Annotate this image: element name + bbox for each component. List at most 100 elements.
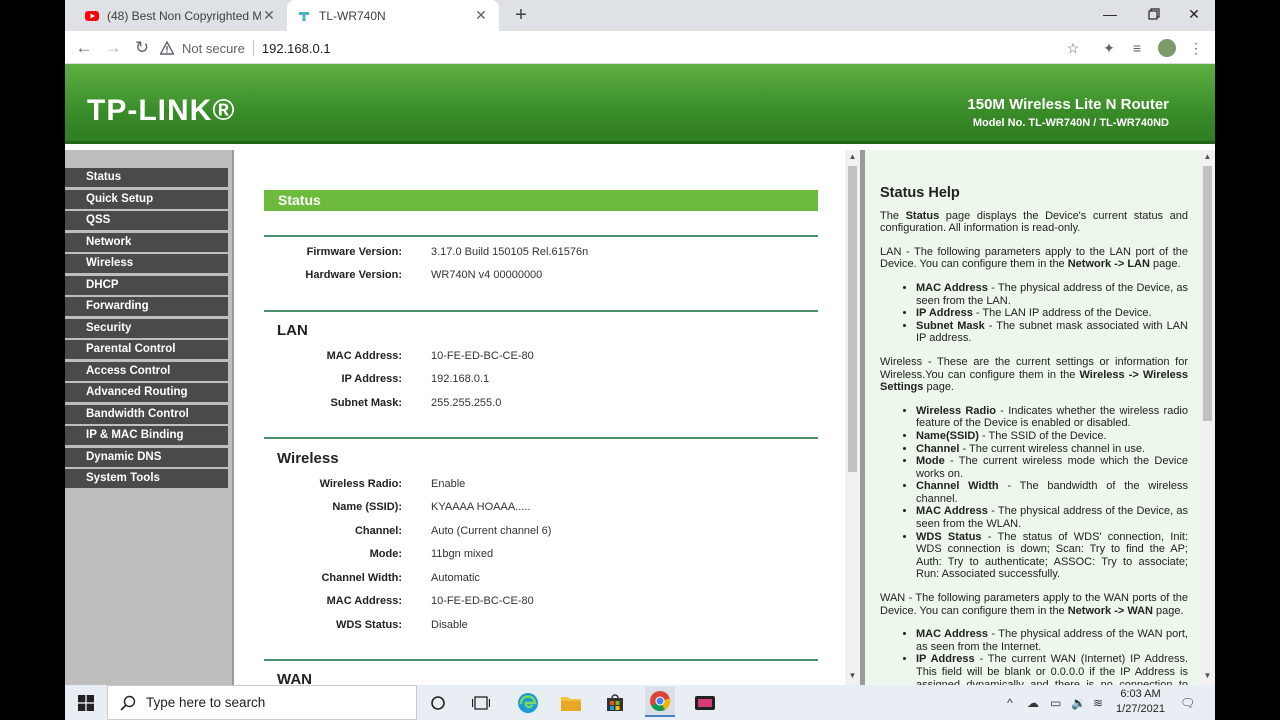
- help-wireless: Wireless - These are the current setting…: [880, 355, 1189, 394]
- menu-item-wireless[interactable]: Wireless: [65, 254, 228, 273]
- taskbar-search[interactable]: Type here to search: [107, 685, 417, 720]
- wireless-row: MAC Address: 10-FE-ED-BC-CE-80: [264, 595, 818, 611]
- list-item: WDS Status - The status of WDS' connecti…: [916, 531, 1188, 581]
- file-explorer-icon[interactable]: [558, 690, 584, 716]
- volume-icon[interactable]: 🔉: [1071, 685, 1086, 720]
- wireless-row: WDS Status: Disable: [264, 619, 818, 635]
- extensions-icon[interactable]: ✦: [1100, 39, 1118, 57]
- media-queue-icon[interactable]: ≡: [1128, 39, 1146, 57]
- divider: [264, 437, 818, 439]
- wan-heading: WAN: [277, 671, 312, 685]
- help-title: Status Help: [880, 185, 960, 201]
- store-icon[interactable]: [602, 690, 628, 716]
- menu-item-network[interactable]: Network: [65, 232, 228, 252]
- row-value: Auto (Current channel 6): [431, 525, 552, 537]
- status-title-bar: Status: [264, 190, 818, 211]
- restore-icon[interactable]: [1133, 0, 1175, 28]
- menu-item-parental-control[interactable]: Parental Control: [65, 340, 228, 359]
- help-intro: The Status page displays the Device's cu…: [880, 209, 1189, 235]
- clock-time: 6:03 AM: [1120, 688, 1161, 700]
- list-item: IP Address - The current WAN (Internet) …: [916, 653, 1188, 685]
- tray-chevron-icon[interactable]: ^: [1007, 685, 1013, 720]
- help-wan-list: MAC Address - The physical address of th…: [916, 628, 1188, 685]
- edge-icon[interactable]: [515, 690, 541, 716]
- row-value: 255.255.255.0: [431, 397, 502, 409]
- menu-item-quick-setup[interactable]: Quick Setup: [65, 189, 228, 209]
- media-app-icon[interactable]: [692, 690, 718, 716]
- help-panel: Status Help The Status page displays the…: [865, 150, 1200, 685]
- menu-kebab-icon[interactable]: ⋮: [1187, 39, 1205, 57]
- row-label: Channel:: [354, 525, 402, 537]
- menu-item-dhcp[interactable]: DHCP: [65, 275, 228, 295]
- scroll-down-icon[interactable]: ▼: [1200, 671, 1215, 683]
- url-text[interactable]: 192.168.0.1: [262, 41, 331, 56]
- row-label: Name (SSID):: [332, 501, 402, 513]
- network-icon[interactable]: ▭: [1050, 685, 1061, 720]
- row-value: 10-FE-ED-BC-CE-80: [431, 350, 534, 362]
- list-item: Channel Width - The bandwidth of the wir…: [916, 480, 1188, 505]
- taskbar-clock[interactable]: 6:03 AM 1/27/2021: [1113, 687, 1168, 717]
- close-tab-icon[interactable]: ✕: [261, 7, 277, 24]
- menu-item-qss[interactable]: QSS: [65, 211, 228, 230]
- scroll-down-icon[interactable]: ▼: [845, 671, 860, 683]
- divider: [264, 310, 818, 312]
- menu-item-status[interactable]: Status: [65, 168, 228, 187]
- row-value: KYAAAA HOAAA.....: [431, 501, 531, 513]
- tab-title: (48) Best Non Copyrighted Music: [107, 8, 261, 23]
- notifications-icon[interactable]: 🗨: [1180, 685, 1195, 720]
- search-icon: [120, 695, 136, 711]
- menu-item-dynamic-dns[interactable]: Dynamic DNS: [65, 447, 228, 467]
- menu-item-forwarding[interactable]: Forwarding: [65, 297, 228, 316]
- onedrive-icon[interactable]: ☁: [1027, 685, 1039, 720]
- menu-item-security[interactable]: Security: [65, 318, 228, 338]
- wifi-icon[interactable]: ≋: [1093, 685, 1103, 720]
- wireless-row: Channel Width: Automatic: [264, 572, 818, 588]
- help-scrollbar[interactable]: ▲ ▼: [1200, 150, 1215, 685]
- tab-youtube[interactable]: (48) Best Non Copyrighted Music ✕: [75, 0, 287, 31]
- back-icon[interactable]: ←: [73, 37, 95, 59]
- row-label: MAC Address:: [326, 595, 402, 607]
- new-tab-button[interactable]: +: [511, 5, 531, 25]
- windows-icon: [78, 694, 94, 711]
- row-value: 192.168.0.1: [431, 373, 490, 385]
- help-lan-list: MAC Address - The physical address of th…: [916, 282, 1188, 345]
- bookmark-star-icon[interactable]: ☆: [1064, 39, 1082, 57]
- chrome-icon[interactable]: [645, 687, 675, 717]
- content-scrollbar[interactable]: ▲ ▼: [845, 150, 860, 685]
- router-header: TP-LINK® 150M Wireless Lite N Router Mod…: [65, 64, 1215, 144]
- scroll-thumb[interactable]: [1203, 166, 1212, 421]
- menu-item-access-control[interactable]: Access Control: [65, 361, 228, 381]
- cortana-icon[interactable]: [425, 690, 451, 716]
- scroll-up-icon[interactable]: ▲: [845, 152, 860, 164]
- profile-avatar[interactable]: [1158, 39, 1176, 57]
- forward-icon[interactable]: →: [102, 37, 124, 59]
- wireless-row: Wireless Radio: Enable: [264, 478, 818, 494]
- list-item: Channel - The current wireless channel i…: [916, 443, 1188, 456]
- scroll-up-icon[interactable]: ▲: [1200, 152, 1215, 164]
- address-bar[interactable]: Not secure 192.168.0.1: [160, 35, 1095, 61]
- row-label: Subnet Mask:: [330, 397, 402, 409]
- close-window-icon[interactable]: ✕: [1173, 0, 1215, 28]
- status-content: Status Firmware Version: 3.17.0 Build 15…: [232, 150, 860, 685]
- tab-router[interactable]: TL-WR740N ✕: [287, 0, 499, 31]
- reload-icon[interactable]: ↻: [131, 37, 153, 59]
- scroll-thumb[interactable]: [848, 166, 857, 472]
- hardware-label: Hardware Version:: [305, 269, 402, 281]
- row-label: IP Address:: [341, 373, 402, 385]
- tp-link-logo: TP-LINK®: [87, 94, 236, 127]
- browser-tab-bar: (48) Best Non Copyrighted Music ✕ TL-WR7…: [65, 0, 1215, 31]
- minimize-icon[interactable]: —: [1089, 0, 1131, 28]
- menu-item-advanced-routing[interactable]: Advanced Routing: [65, 383, 228, 402]
- list-item: Mode - The current wireless mode which t…: [916, 455, 1188, 480]
- start-button[interactable]: [65, 685, 107, 720]
- menu-item-system-tools[interactable]: System Tools: [65, 469, 228, 488]
- menu-item-bandwidth-control[interactable]: Bandwidth Control: [65, 404, 228, 424]
- wireless-row: Mode: 11bgn mixed: [264, 548, 818, 564]
- hardware-row: Hardware Version: WR740N v4 00000000: [264, 269, 818, 285]
- search-placeholder: Type here to search: [146, 695, 266, 710]
- task-view-icon[interactable]: [468, 690, 494, 716]
- warning-icon: [160, 41, 174, 55]
- menu-item-ip-mac-binding[interactable]: IP & MAC Binding: [65, 426, 228, 445]
- close-tab-icon[interactable]: ✕: [473, 7, 489, 24]
- divider: [264, 659, 818, 661]
